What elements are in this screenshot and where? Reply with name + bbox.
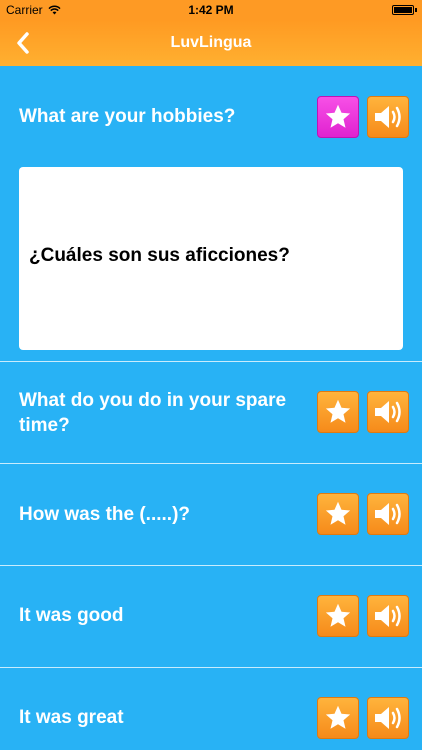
- speaker-icon: [375, 707, 401, 729]
- play-audio-button[interactable]: [367, 391, 409, 433]
- battery-icon: [392, 5, 417, 15]
- star-icon: [325, 399, 351, 423]
- star-icon: [325, 104, 351, 128]
- star-icon: [325, 603, 351, 627]
- status-time: 1:42 PM: [188, 3, 234, 17]
- phrase-text: What are your hobbies?: [19, 106, 236, 127]
- speaker-icon: [375, 605, 401, 627]
- status-bar: Carrier 1:42 PM: [0, 0, 422, 20]
- speaker-icon: [375, 401, 401, 423]
- favorite-button[interactable]: [317, 595, 359, 637]
- favorite-button[interactable]: [317, 493, 359, 535]
- favorite-button[interactable]: [317, 697, 359, 739]
- favorite-button[interactable]: [317, 391, 359, 433]
- page-title: LuvLingua: [170, 34, 252, 51]
- play-audio-button[interactable]: [367, 493, 409, 535]
- nav-bar: LuvLingua: [0, 20, 422, 66]
- phrase-text: It was great: [19, 707, 124, 728]
- phrase-row[interactable]: What do you do in your spare time?: [0, 362, 422, 464]
- phrase-row[interactable]: It was good: [0, 566, 422, 668]
- translation-text: ¿Cuáles son sus aficciones?: [29, 245, 290, 266]
- phrase-text: What do you do in your spare time?: [19, 390, 287, 436]
- translation-card: ¿Cuáles son sus aficciones?: [19, 167, 403, 350]
- phrase-row[interactable]: How was the (.....)?: [0, 464, 422, 566]
- play-audio-button[interactable]: [367, 697, 409, 739]
- phrase-row[interactable]: It was great: [0, 668, 422, 750]
- play-audio-button[interactable]: [367, 595, 409, 637]
- phrase-text: How was the (.....)?: [19, 504, 191, 525]
- star-icon: [325, 705, 351, 729]
- phrase-text: It was good: [19, 605, 124, 626]
- play-audio-button[interactable]: [367, 96, 409, 138]
- speaker-icon: [375, 106, 401, 128]
- phrase-row[interactable]: What are your hobbies? ¿Cuáles son sus a…: [0, 66, 422, 362]
- favorite-button[interactable]: [317, 96, 359, 138]
- star-icon: [325, 501, 351, 525]
- speaker-icon: [375, 503, 401, 525]
